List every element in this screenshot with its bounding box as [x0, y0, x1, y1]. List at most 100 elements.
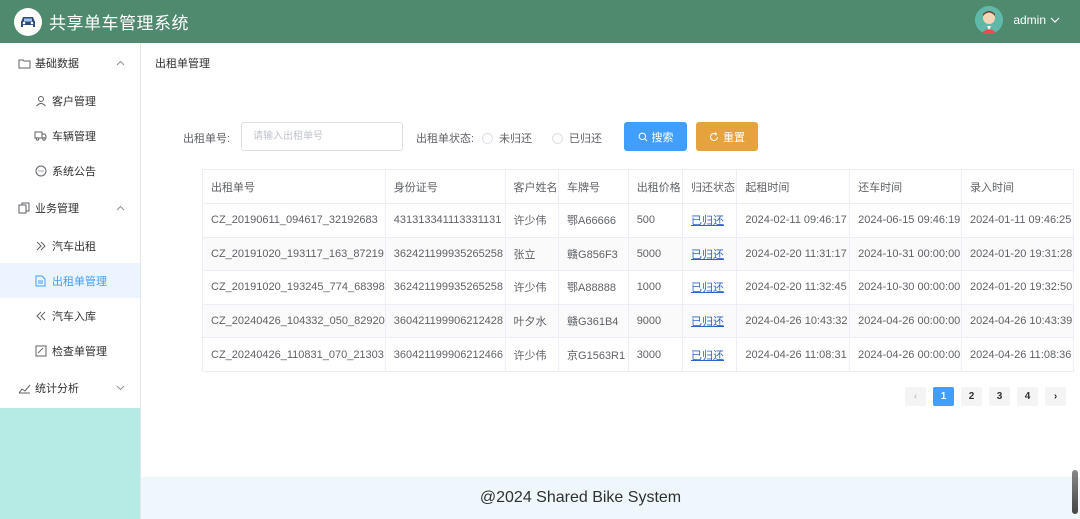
radio-circle[interactable]	[552, 132, 563, 144]
status-link[interactable]: 已归还	[691, 350, 724, 362]
column-header: 录入时间	[961, 169, 1074, 204]
column-header: 身份证号	[385, 169, 506, 204]
cell-price: 3000	[628, 337, 683, 372]
search-button-label: 搜索	[651, 131, 674, 144]
avatar[interactable]	[975, 6, 1004, 34]
cell-entry-time: 2024-04-26 10:43:39	[961, 304, 1074, 339]
cell-start-time: 2024-02-20 11:31:17	[736, 237, 851, 272]
cell-status[interactable]: 已归还	[682, 337, 738, 372]
page-button-1[interactable]: 1	[933, 387, 954, 406]
sidebar-item-rental-orders[interactable]: 出租单管理	[0, 263, 140, 298]
cell-plate: 赣G856F3	[558, 237, 629, 272]
reset-button-label: 重置	[723, 131, 745, 144]
cell-return-time: 2024-10-30 00:00:00	[849, 270, 963, 305]
radio-circle[interactable]	[482, 132, 493, 144]
username[interactable]: admin	[1013, 13, 1046, 27]
sidebar-item-label: 系统公告	[52, 165, 96, 178]
sidebar-item-label: 汽车出租	[52, 240, 96, 253]
cell-id-number: 431313341113331131	[385, 203, 506, 238]
order-number-label: 出租单号:	[183, 133, 231, 145]
cell-start-time: 2024-04-26 11:08:31	[736, 337, 851, 372]
chevron-up-icon	[116, 202, 125, 214]
cell-status[interactable]: 已归还	[682, 203, 738, 238]
column-header: 客户姓名	[505, 169, 560, 204]
cell-id-number: 360421199906212466	[385, 337, 506, 372]
truck-icon	[34, 129, 47, 142]
sidebar-item-vehicles[interactable]: 车辆管理	[0, 118, 140, 153]
status-link[interactable]: 已归还	[691, 282, 724, 294]
prev-page-button[interactable]: ‹	[905, 387, 926, 406]
cell-start-time: 2024-02-11 09:46:17	[736, 203, 851, 238]
sidebar-item-label: 客户管理	[52, 95, 96, 108]
trend-chart-icon	[17, 381, 31, 395]
sidebar-group-label: 统计分析	[35, 383, 79, 395]
sidebar-item-car-return[interactable]: 汽车入库	[0, 298, 140, 333]
chevron-down-icon[interactable]	[1050, 16, 1060, 24]
table-row: CZ_20191020_193117_163_87219 36242119993…	[202, 237, 1074, 272]
cell-price: 1000	[628, 270, 683, 305]
radio-returned[interactable]: 已归还	[552, 130, 602, 146]
chat-icon	[34, 164, 47, 177]
sidebar-group-basic-data[interactable]: 基础数据	[0, 43, 140, 83]
page-button-2[interactable]: 2	[961, 387, 982, 406]
column-header: 出租单号	[202, 169, 386, 204]
column-header: 出租价格	[628, 169, 683, 204]
cell-plate: 鄂A66666	[558, 203, 629, 238]
cell-customer: 许少伟	[505, 203, 560, 238]
cell-status[interactable]: 已归还	[682, 304, 738, 339]
status-link[interactable]: 已归还	[691, 316, 724, 328]
cell-price: 9000	[628, 304, 683, 339]
cell-order-no: CZ_20191020_193117_163_87219	[202, 237, 386, 272]
sidebar-item-label: 出租单管理	[52, 275, 107, 288]
order-number-input[interactable]: 请输入出租单号	[241, 122, 403, 151]
column-header: 还车时间	[849, 169, 963, 204]
sidebar-item-inspections[interactable]: 检查单管理	[0, 333, 140, 368]
cell-customer: 许少伟	[505, 270, 560, 305]
breadcrumb: 出租单管理	[155, 58, 210, 70]
double-right-icon	[34, 239, 47, 252]
scrollbar-thumb[interactable]	[1072, 470, 1078, 514]
radio-label: 已归还	[569, 133, 602, 145]
document-copy-icon	[17, 201, 31, 215]
cell-id-number: 362421199935265258	[385, 237, 506, 272]
cell-id-number: 362421199935265258	[385, 270, 506, 305]
sidebar-group-business[interactable]: 业务管理	[0, 188, 140, 228]
car-logo-icon	[14, 7, 42, 36]
sidebar-item-announcements[interactable]: 系统公告	[0, 153, 140, 188]
reset-button[interactable]: 重置	[696, 122, 758, 151]
document-icon	[34, 274, 47, 287]
table-row: CZ_20191020_193245_774_68398 36242119993…	[202, 270, 1074, 305]
cell-entry-time: 2024-01-20 19:31:28	[961, 237, 1074, 272]
search-button[interactable]: 搜索	[624, 122, 687, 151]
cell-order-no: CZ_20190611_094617_32192683	[202, 203, 386, 238]
cell-price: 5000	[628, 237, 683, 272]
cell-order-no: CZ_20240426_104332_050_82920	[202, 304, 386, 339]
cell-status[interactable]: 已归还	[682, 270, 738, 305]
sidebar-filler	[0, 408, 140, 519]
cell-return-time: 2024-10-31 00:00:00	[849, 237, 963, 272]
cell-status[interactable]: 已归还	[682, 237, 738, 272]
sidebar-item-customers[interactable]: 客户管理	[0, 83, 140, 118]
status-link[interactable]: 已归还	[691, 249, 724, 261]
next-page-button[interactable]: ›	[1045, 387, 1066, 406]
app-title: 共享单车管理系统	[49, 14, 189, 33]
user-menu[interactable]: admin	[975, 6, 1060, 34]
cell-id-number: 360421199906212428	[385, 304, 506, 339]
table-row: CZ_20240426_110831_070_21303 36042119990…	[202, 337, 1074, 372]
page-button-4[interactable]: 4	[1017, 387, 1038, 406]
page-button-3[interactable]: 3	[989, 387, 1010, 406]
chevron-up-icon	[116, 57, 125, 69]
top-header: 共享单车管理系统 admin	[0, 0, 1080, 43]
status-link[interactable]: 已归还	[691, 215, 724, 227]
radio-unreturned[interactable]: 未归还	[482, 130, 532, 146]
pagination: ‹ 1 2 3 4 ›	[905, 387, 1066, 406]
sidebar: 基础数据 客户管理 车辆管理 系统公告 业务管理 汽车出租 出租单管理 汽车入库…	[0, 43, 141, 519]
search-icon	[638, 132, 648, 142]
cell-start-time: 2024-04-26 10:43:32	[736, 304, 851, 339]
sidebar-item-car-rental[interactable]: 汽车出租	[0, 228, 140, 263]
sidebar-group-label: 业务管理	[35, 203, 79, 215]
cell-entry-time: 2024-01-20 19:32:50	[961, 270, 1074, 305]
search-form: 出租单号: 请输入出租单号 出租单状态: 未归还 已归还 搜索 重置	[183, 122, 783, 151]
sidebar-group-statistics[interactable]: 统计分析	[0, 368, 140, 408]
chevron-down-icon	[116, 382, 125, 394]
